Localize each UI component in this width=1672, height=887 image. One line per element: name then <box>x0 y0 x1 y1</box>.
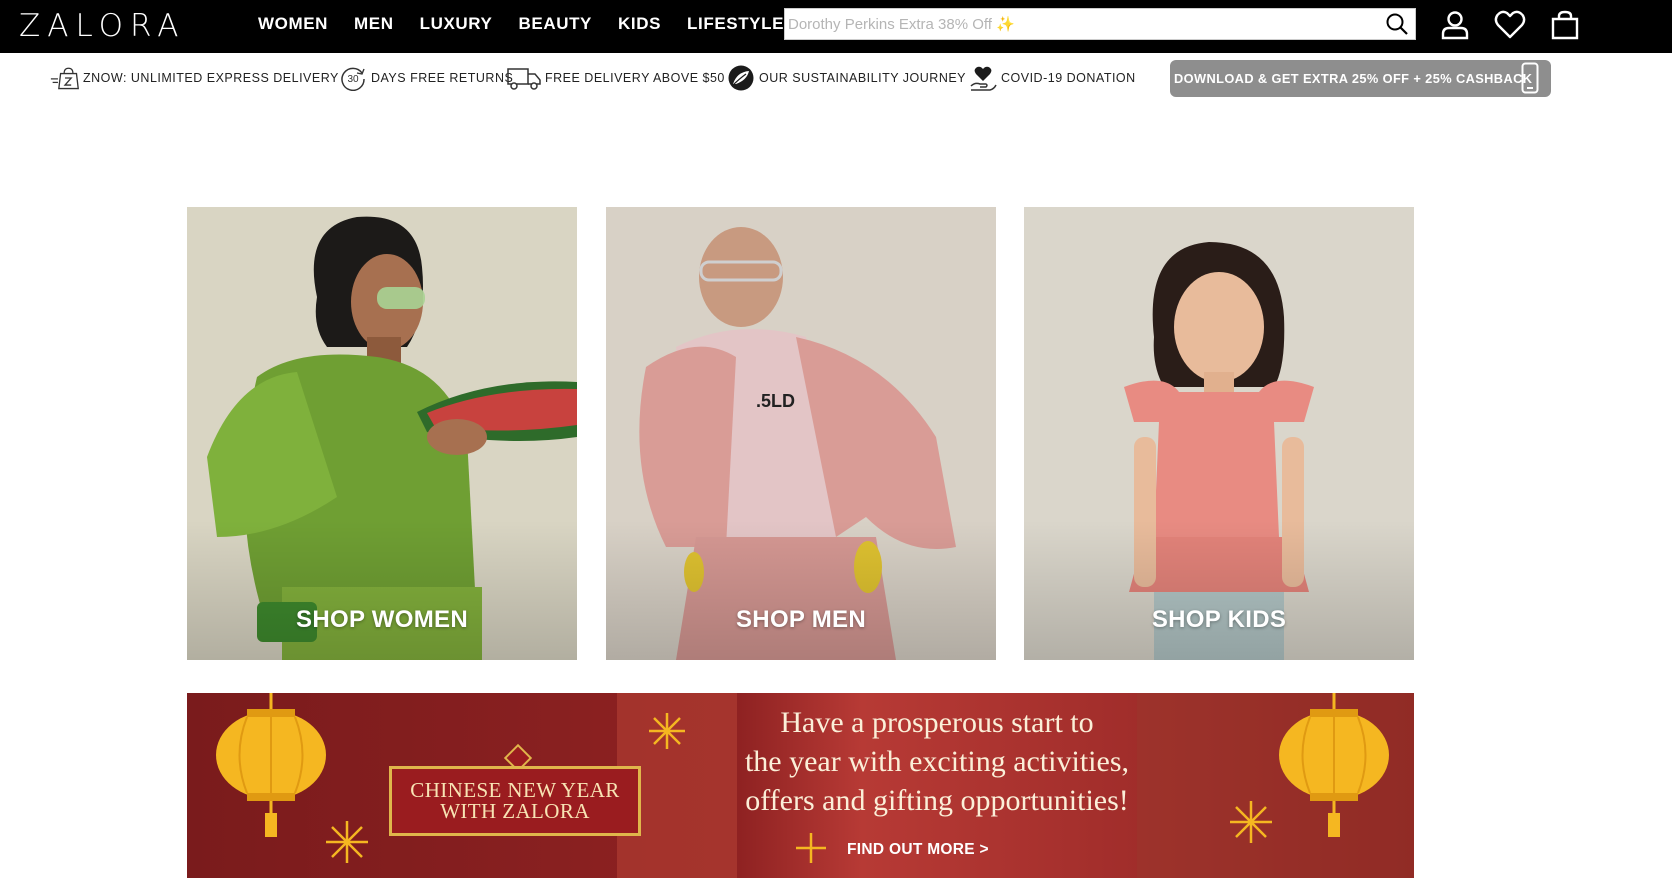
top-navigation-bar: ZALORA WOMEN MEN LUXURY BEAUTY KIDS LIFE… <box>0 0 1672 53</box>
shop-kids-tile[interactable]: SHOP KIDS <box>1024 207 1414 660</box>
promo-label: DAYS FREE RETURNS <box>371 71 514 85</box>
shop-kids-label: SHOP KIDS <box>1151 606 1287 633</box>
promo-covid-donation[interactable]: COVID-19 DONATION <box>968 65 1136 91</box>
promo-label: ZNOW: UNLIMITED EXPRESS DELIVERY <box>83 71 339 85</box>
promo-label: COVID-19 DONATION <box>1001 71 1136 85</box>
promo-sustainability[interactable]: OUR SUSTAINABILITY JOURNEY <box>726 65 966 91</box>
cny-promo-banner[interactable]: CHINESE NEW YEAR WITH ZALORA Have a pros… <box>187 693 1414 878</box>
cny-badge: CHINESE NEW YEAR WITH ZALORA <box>389 766 641 836</box>
download-app-label: DOWNLOAD & GET EXTRA 25% OFF + 25% CASHB… <box>1174 71 1533 86</box>
cny-badge-line2: WITH ZALORA <box>440 799 590 823</box>
promo-express-delivery[interactable]: ZNOW: UNLIMITED EXPRESS DELIVERY <box>50 65 339 91</box>
truck-icon <box>506 65 542 91</box>
nav-beauty[interactable]: BEAUTY <box>519 14 593 34</box>
express-bag-icon <box>50 65 80 91</box>
promo-label: FREE DELIVERY ABOVE $50 <box>545 71 725 85</box>
shop-women-label: SHOP WOMEN <box>296 606 468 633</box>
cny-badge-line1: CHINESE NEW YEAR <box>410 778 620 802</box>
shop-men-tile[interactable]: .5LD SHOP MEN <box>606 207 996 660</box>
search-icon[interactable] <box>1379 9 1415 39</box>
30-days-icon: 30 <box>338 65 368 91</box>
phone-icon <box>1521 62 1539 99</box>
wishlist-heart-icon[interactable] <box>1492 7 1528 43</box>
banner-headline: Have a prosperous start to the year with… <box>744 706 1130 817</box>
main-nav: WOMEN MEN LUXURY BEAUTY KIDS LIFESTYLE <box>258 0 810 48</box>
nav-lifestyle[interactable]: LIFESTYLE <box>687 14 784 34</box>
shop-men-label: SHOP MEN <box>736 606 866 633</box>
leaf-globe-icon <box>726 65 756 91</box>
promo-free-returns[interactable]: 30 DAYS FREE RETURNS <box>338 65 513 91</box>
heart-hand-icon <box>968 65 998 91</box>
svg-text:.5LD: .5LD <box>756 391 795 411</box>
promo-label: OUR SUSTAINABILITY JOURNEY <box>759 71 967 85</box>
find-out-more-link[interactable]: FIND OUT MORE > <box>847 841 989 859</box>
nav-men[interactable]: MEN <box>354 14 394 34</box>
nav-luxury[interactable]: LUXURY <box>420 14 493 34</box>
download-app-button[interactable]: DOWNLOAD & GET EXTRA 25% OFF + 25% CASHB… <box>1170 60 1551 97</box>
zalora-logo[interactable]: ZALORA <box>19 10 186 43</box>
nav-kids[interactable]: KIDS <box>618 14 661 34</box>
shopping-bag-icon[interactable] <box>1547 7 1583 43</box>
svg-text:30: 30 <box>347 74 359 85</box>
shop-women-tile[interactable]: SHOP WOMEN <box>187 207 577 660</box>
search-bar <box>784 8 1416 40</box>
promo-free-delivery[interactable]: FREE DELIVERY ABOVE $50 <box>506 65 725 91</box>
nav-women[interactable]: WOMEN <box>258 14 328 34</box>
account-icon[interactable] <box>1437 7 1473 43</box>
search-input[interactable] <box>785 9 1379 39</box>
